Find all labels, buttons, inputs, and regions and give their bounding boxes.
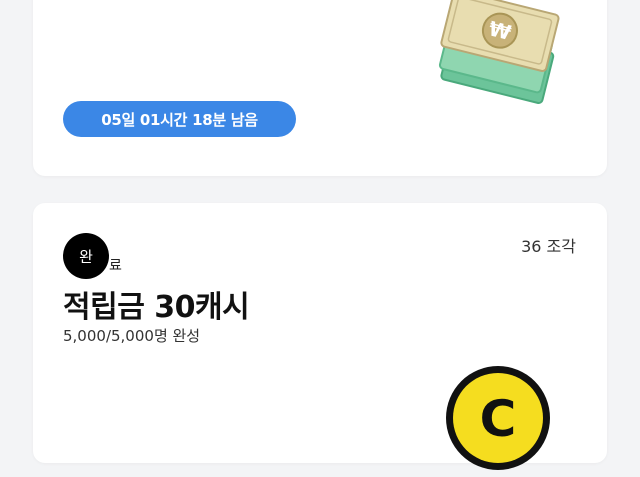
timer-badge: 05일 01시간 18분 남음 <box>63 101 296 137</box>
coin-letter: C <box>480 390 517 448</box>
cash-coin-icon: C <box>443 363 553 473</box>
money-bills-icon: ₩ <box>429 0 569 106</box>
progress-text: 5,000/5,000명 완성 <box>63 327 201 345</box>
mission-card-top[interactable]: ₩ 05일 01시간 18분 남음 <box>33 0 607 176</box>
complete-badge: 완 <box>63 233 109 279</box>
reward-card[interactable]: 36 조각 완 료 적립금 30캐시 5,000/5,000명 완성 C <box>33 203 607 470</box>
complete-badge-tail: 료 <box>109 258 122 274</box>
pieces-count: 36 조각 <box>521 237 576 256</box>
reward-title: 적립금 30캐시 <box>63 290 250 325</box>
